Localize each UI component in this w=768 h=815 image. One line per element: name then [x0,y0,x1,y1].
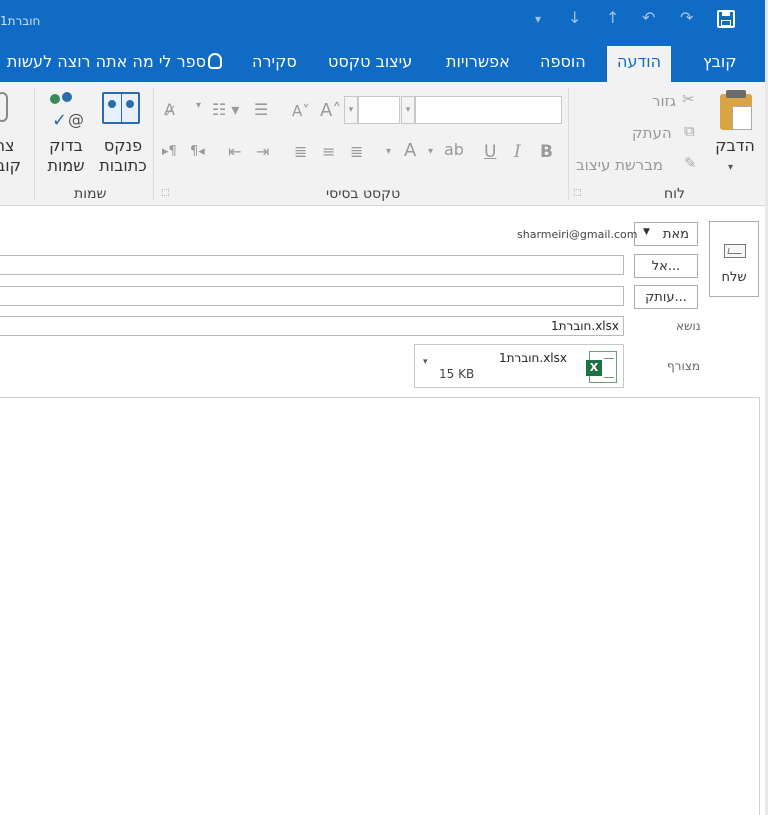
address-book-label-1[interactable]: פנקס [94,136,152,156]
to-field[interactable] [0,255,624,275]
lightbulb-icon [208,53,222,69]
rtl-icon[interactable]: ¶◂ [190,144,205,159]
names-group-label: שמות [74,186,107,202]
clipboard-group-label: לוח [664,186,685,202]
title-bar: חוברת1 ▾ ↓ ↑ ↶ ↷ [0,0,768,42]
customize-qat-icon[interactable]: ▾ [535,12,541,26]
tab-options[interactable]: אפשרויות [446,52,510,71]
attachment-size: 15 KB [439,367,475,381]
tab-insert[interactable]: הוספה [540,52,586,71]
group-separator [34,88,35,200]
grow-font-icon[interactable]: A˄ [320,100,341,121]
check-names-icon[interactable]: ✓ @ [46,90,86,131]
clipboard-launcher-icon[interactable]: ⬚ [573,188,582,198]
subject-value: חוברת1.xlsx [551,319,619,333]
brush-icon[interactable]: ✎ [684,154,697,172]
list-dropdown-icon[interactable]: ▾ [196,100,201,111]
excel-file-icon: X [586,351,617,383]
from-button[interactable]: מאת ▼ [634,222,698,246]
shrink-font-icon[interactable]: A˅ [292,102,310,120]
ribbon-tabs: קובץ הודעה הוספה אפשרויות עיצוב טקסט סקי… [0,42,768,82]
basic-text-group-label: טקסט בסיסי [326,186,401,202]
tab-review[interactable]: סקירה [252,52,297,71]
italic-button[interactable]: I [514,142,521,162]
paste-button[interactable]: הדבק [710,136,760,156]
increase-indent-icon[interactable]: ⇥ [256,142,269,161]
check-names-label-2[interactable]: שמות [40,156,92,176]
cc-button[interactable]: עותק... [634,285,698,309]
highlight-icon[interactable]: ab [444,140,464,159]
to-button[interactable]: אל... [634,254,698,278]
address-book-label-2[interactable]: כתובות [94,156,152,176]
attachment-item[interactable]: X חוברת1.xlsx 15 KB ▾ [414,344,624,388]
format-painter-button[interactable]: מברשת עיצוב [576,156,663,174]
cut-button[interactable]: גזור [652,92,676,110]
from-dropdown-icon: ▼ [643,227,650,237]
align-left-icon[interactable]: ≣ [294,142,307,161]
attach-file-label-1[interactable]: צר [0,136,15,156]
highlight-dropdown-icon[interactable]: ▾ [428,146,433,157]
address-book-icon[interactable] [102,92,140,124]
ltr-icon[interactable]: ▸¶ [162,144,177,159]
font-color-icon[interactable]: A [404,140,416,161]
send-button[interactable]: שלח [709,221,759,297]
bullets-icon[interactable]: ☷ ▾ [212,100,239,119]
ribbon: הדבק ▾ ✂ גזור ⧉ העתק ✎ מברשת עיצוב לוח ⬚… [0,82,768,206]
tab-format-text[interactable]: עיצוב טקסט [328,52,412,71]
numbering-icon[interactable]: ☰ [254,100,268,119]
arrow-up-icon[interactable]: ↑ [606,8,619,27]
cc-field[interactable] [0,286,624,306]
attach-file-label-2[interactable]: קוב [0,156,21,176]
bold-button[interactable]: B [540,142,553,162]
font-name-dropdown-icon[interactable]: ▾ [401,96,415,124]
group-separator [568,88,569,200]
decrease-indent-icon[interactable]: ⇤ [228,142,241,161]
tab-message[interactable]: הודעה [607,46,672,82]
subject-label: נושא [676,319,701,333]
font-size-dropdown-icon[interactable]: ▾ [344,96,358,124]
subject-field[interactable]: חוברת1.xlsx [0,316,624,336]
underline-button[interactable]: U [484,142,496,162]
from-email: sharmeiri@gmail.com [517,228,638,241]
paste-dropdown-icon[interactable]: ▾ [728,162,733,173]
group-separator [153,88,154,200]
check-names-label-1[interactable]: בדוק [40,136,92,156]
attachment-dropdown-icon[interactable]: ▾ [423,357,428,367]
clear-formatting-icon[interactable]: A̷ [164,100,175,119]
save-icon[interactable] [717,10,735,28]
redo-icon[interactable]: ↷ [680,8,693,27]
from-label: מאת [662,227,689,242]
arrow-down-icon[interactable]: ↓ [568,8,581,27]
align-center-icon[interactable]: ≡ [322,142,335,161]
scissors-icon[interactable]: ✂ [682,90,695,108]
copy-button[interactable]: העתק [632,124,672,142]
paperclip-icon[interactable] [0,92,8,122]
undo-icon[interactable]: ↶ [642,8,655,27]
attached-label: מצורף [667,359,700,373]
align-right-icon[interactable]: ≣ [350,142,363,161]
copy-icon[interactable]: ⧉ [684,122,695,140]
tell-me-search[interactable]: ספר לי מה אתה רוצה לעשות [0,52,206,71]
font-color-dropdown-icon[interactable]: ▾ [386,146,391,157]
tab-file[interactable]: קובץ [703,52,737,71]
window-title: חוברת1 [0,14,41,28]
font-name-combo[interactable] [415,96,562,124]
attachment-name: חוברת1.xlsx [499,351,567,365]
send-label: שלח [721,270,747,285]
basic-text-launcher-icon[interactable]: ⬚ [161,188,170,198]
message-body[interactable] [0,397,760,815]
paste-icon[interactable] [720,90,752,130]
send-envelope-icon [724,244,746,258]
font-size-combo[interactable] [358,96,400,124]
